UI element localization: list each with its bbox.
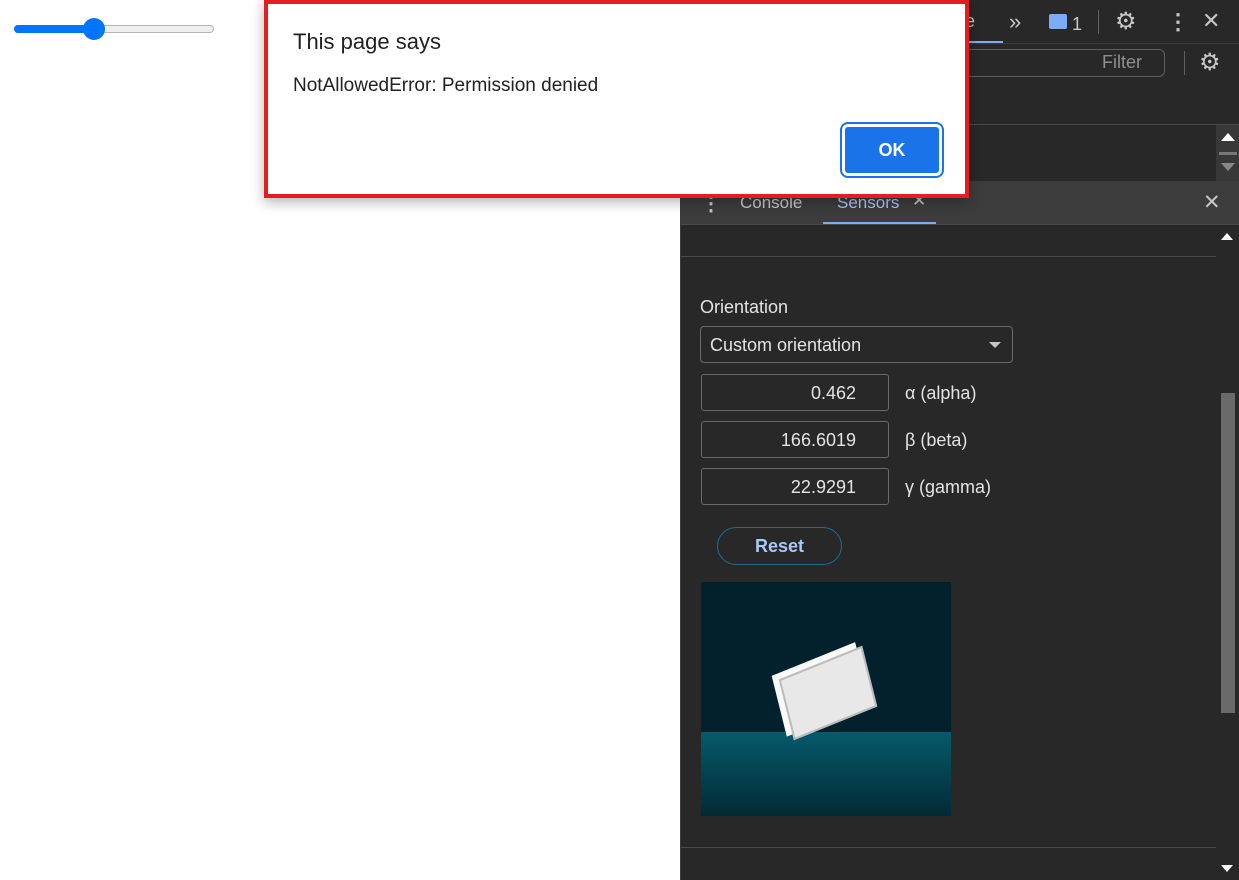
ok-button[interactable]: OK xyxy=(840,122,944,178)
gamma-label: γ (gamma) xyxy=(905,477,992,497)
more-options-icon[interactable]: ⋮ xyxy=(1167,9,1189,35)
slider-thumb[interactable] xyxy=(83,18,105,40)
active-tab-indicator xyxy=(823,222,936,224)
close-devtools-icon[interactable]: ✕ xyxy=(1202,8,1220,34)
range-slider[interactable] xyxy=(14,18,214,40)
settings-gear-icon[interactable]: ⚙ xyxy=(1115,7,1137,36)
scroll-down-icon[interactable] xyxy=(1221,865,1233,872)
reset-button[interactable]: Reset xyxy=(717,527,842,565)
beta-input[interactable]: 166.6019 xyxy=(701,421,889,458)
orientation-3d-model[interactable] xyxy=(701,582,951,816)
more-tabs-icon[interactable]: » xyxy=(1009,9,1021,35)
scroll-down-icon[interactable] xyxy=(1221,163,1235,171)
sensors-panel: Orientation Custom orientation 0.462 α (… xyxy=(681,225,1216,880)
dialog-message: NotAllowedError: Permission denied xyxy=(293,75,599,96)
alpha-input[interactable]: 0.462 xyxy=(701,374,889,411)
scroll-up-icon[interactable] xyxy=(1221,133,1235,141)
panel-settings-gear-icon[interactable]: ⚙ xyxy=(1199,48,1221,77)
dialog-title: This page says xyxy=(293,29,441,54)
chevron-down-icon xyxy=(989,342,1001,348)
alert-dialog: This page says NotAllowedError: Permissi… xyxy=(264,0,969,198)
gamma-input[interactable]: 22.9291 xyxy=(701,468,889,505)
orientation-label: Orientation xyxy=(700,297,789,317)
alpha-label: α (alpha) xyxy=(905,383,977,403)
scroll-up-icon[interactable] xyxy=(1221,233,1233,240)
issues-icon[interactable] xyxy=(1049,14,1067,29)
close-drawer-icon[interactable]: ✕ xyxy=(1203,190,1221,215)
beta-label: β (beta) xyxy=(905,430,968,450)
scroll-thumb[interactable] xyxy=(1221,393,1235,713)
issues-count[interactable]: 1 xyxy=(1072,14,1082,35)
slider-fill xyxy=(14,25,94,33)
orientation-select[interactable]: Custom orientation xyxy=(700,326,1013,363)
orientation-select-value: Custom orientation xyxy=(710,335,862,355)
scrollbar[interactable] xyxy=(1216,125,1239,181)
drawer-scrollbar[interactable] xyxy=(1216,225,1239,880)
device-model xyxy=(778,645,878,741)
model-floor xyxy=(701,732,951,816)
